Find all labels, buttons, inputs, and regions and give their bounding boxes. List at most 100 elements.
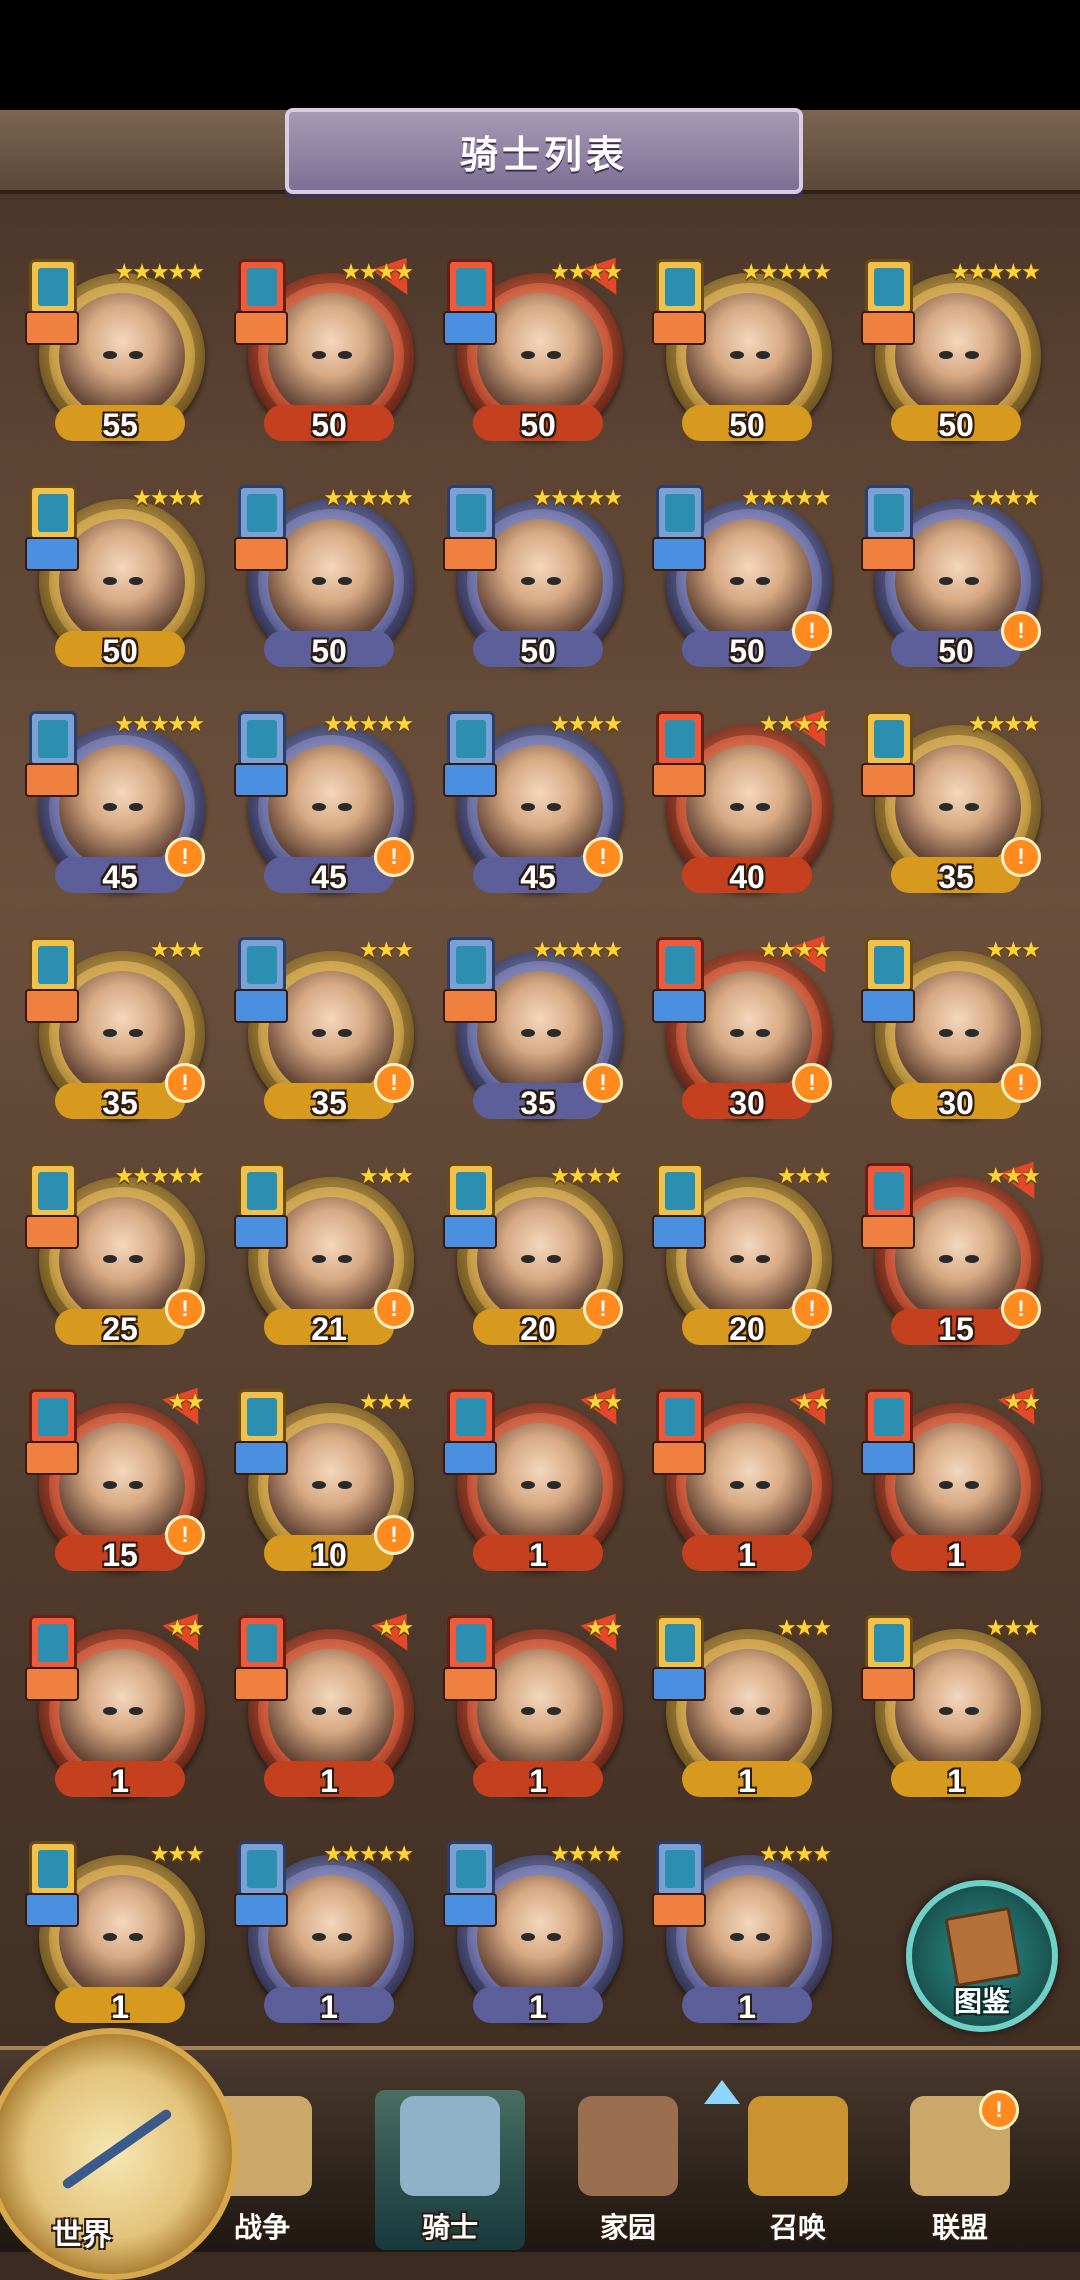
knight-card[interactable]: ★★ 1 <box>443 1601 634 1811</box>
eye-icon <box>338 803 352 811</box>
world-label: 世界 <box>52 2219 112 2252</box>
nav-label: 联盟 <box>931 2212 988 2243</box>
knight-level: 1 <box>320 1763 338 1799</box>
knight-card[interactable]: ★★ 1 <box>443 1375 634 1585</box>
knight-card[interactable]: ★★★★ 45 ! <box>443 707 633 907</box>
knight-card[interactable]: ★★★★ 1 <box>443 1837 633 2037</box>
alert-icon: ! <box>374 1289 414 1329</box>
knight-card[interactable]: ★★★★ 50 <box>234 245 425 455</box>
nav-tab-2[interactable]: 家园 <box>553 2090 703 2250</box>
weapon-type-icon <box>652 1667 706 1701</box>
eye-icon <box>730 1707 744 1715</box>
eye-icon <box>730 803 744 811</box>
knight-card[interactable]: ★★★ 20 ! <box>652 1159 842 1359</box>
star-rating: ★★★★ <box>550 1163 623 1188</box>
knight-card[interactable]: ★★★ 1 <box>861 1611 1051 1811</box>
knight-card[interactable]: ★★★★ 50 <box>443 245 634 455</box>
knight-card[interactable]: ★★★★★ 50 <box>652 255 842 455</box>
nav-tab-4[interactable]: 联盟 ! <box>885 2090 1035 2250</box>
knight-card[interactable]: ★★★★★ 45 ! <box>25 707 215 907</box>
star-rating: ★★★★ <box>341 259 414 284</box>
knight-card[interactable]: ★★ 1 <box>861 1375 1052 1585</box>
alert-icon: ! <box>583 837 623 877</box>
up-arrow-icon <box>704 2080 740 2104</box>
knight-level: 40 <box>729 859 765 895</box>
nav-tab-3[interactable]: 召唤 <box>723 2090 873 2250</box>
star-rating: ★★★★★ <box>323 1841 414 1866</box>
weapon-type-icon <box>234 989 288 1023</box>
knight-level: 50 <box>938 407 974 443</box>
eye-icon <box>730 351 744 359</box>
alert-icon: ! <box>374 837 414 877</box>
weapon-type-icon <box>652 537 706 571</box>
knight-card[interactable]: ★★★ 15 ! <box>861 1149 1052 1359</box>
weapon-type-icon <box>234 1893 288 1927</box>
knight-card[interactable]: ★★★ 30 ! <box>861 933 1051 1133</box>
eye-icon <box>521 803 535 811</box>
knight-card[interactable]: ★★★★★ 50 <box>234 481 424 681</box>
eye-icon <box>756 1707 770 1715</box>
star-rating: ★★★★ <box>759 1841 832 1866</box>
knight-card[interactable]: ★★★★ 50 ! <box>861 481 1051 681</box>
knight-card[interactable]: ★★★★ 1 <box>652 1837 842 2037</box>
knight-card[interactable]: ★★★★★ 50 <box>861 255 1051 455</box>
class-badge-icon <box>656 1163 704 1219</box>
knight-card[interactable]: ★★★★★ 35 ! <box>443 933 633 1133</box>
weapon-type-icon <box>25 311 79 345</box>
knight-card[interactable]: ★★★ 1 <box>25 1837 215 2037</box>
star-rating: ★★★ <box>149 937 205 962</box>
knight-card[interactable]: ★★★★★ 55 <box>25 255 215 455</box>
star-rating: ★★★ <box>985 937 1041 962</box>
knight-card[interactable]: ★★★ 1 <box>652 1611 842 1811</box>
knight-card[interactable]: ★★ 15 ! <box>25 1375 216 1585</box>
nav-tab-1[interactable]: 骑士 <box>375 2090 525 2250</box>
title-plate: 骑士列表 <box>285 108 803 194</box>
eye-icon <box>338 1707 352 1715</box>
knight-card[interactable]: ★★★★★ 1 <box>234 1837 424 2037</box>
knight-card[interactable]: ★★★★★ 25 ! <box>25 1159 215 1359</box>
star-rating: ★★★★ <box>968 711 1041 736</box>
knight-card[interactable]: ★★★★★ 50 ! <box>652 481 842 681</box>
knight-level: 55 <box>102 407 138 443</box>
knight-card[interactable]: ★★ 1 <box>652 1375 843 1585</box>
knight-level: 1 <box>529 1537 547 1573</box>
knight-card[interactable]: ★★★★ 35 ! <box>861 707 1051 907</box>
knight-card[interactable]: ★★ 1 <box>25 1601 216 1811</box>
eye-icon <box>521 1481 535 1489</box>
knight-card[interactable]: ★★★ 21 ! <box>234 1159 424 1359</box>
alert-icon: ! <box>979 2090 1019 2130</box>
eye-icon <box>756 803 770 811</box>
knight-card[interactable]: ★★★★ 30 ! <box>652 923 843 1133</box>
alert-icon: ! <box>165 1515 205 1555</box>
knight-card[interactable]: ★★★★ 50 <box>25 481 215 681</box>
knight-card[interactable]: ★★★★★ 45 ! <box>234 707 424 907</box>
weapon-type-icon <box>652 763 706 797</box>
knight-card[interactable]: ★★★★ 20 ! <box>443 1159 633 1359</box>
eye-icon <box>103 577 117 585</box>
nav-label: 骑士 <box>421 2212 478 2243</box>
knight-card[interactable]: ★★★ 10 ! <box>234 1385 424 1585</box>
eye-icon <box>730 1255 744 1263</box>
star-rating: ★★ <box>376 1615 414 1640</box>
weapon-type-icon <box>25 763 79 797</box>
nav-label: 家园 <box>599 2212 656 2243</box>
eye-icon <box>939 1029 953 1037</box>
nav-label: 召唤 <box>769 2212 826 2243</box>
star-rating: ★★ <box>167 1615 205 1640</box>
knight-card[interactable]: ★★★ 35 ! <box>25 933 215 1133</box>
codex-button[interactable]: 图鉴 <box>906 1880 1058 2032</box>
star-rating: ★★ <box>794 1389 832 1414</box>
class-badge-icon <box>656 1841 704 1897</box>
compass-needle-icon <box>60 2107 174 2191</box>
weapon-type-icon <box>652 311 706 345</box>
eye-icon <box>312 1707 326 1715</box>
knight-card[interactable]: ★★★ 35 ! <box>234 933 424 1133</box>
knight-card[interactable]: ★★ 1 <box>234 1601 425 1811</box>
knight-card[interactable]: ★★★★★ 50 <box>443 481 633 681</box>
eye-icon <box>965 803 979 811</box>
knight-card[interactable]: ★★★★ 40 <box>652 697 843 907</box>
alert-icon: ! <box>792 1289 832 1329</box>
knight-level: 50 <box>729 407 765 443</box>
home-icon <box>578 2096 678 2196</box>
star-rating: ★★ <box>167 1389 205 1414</box>
